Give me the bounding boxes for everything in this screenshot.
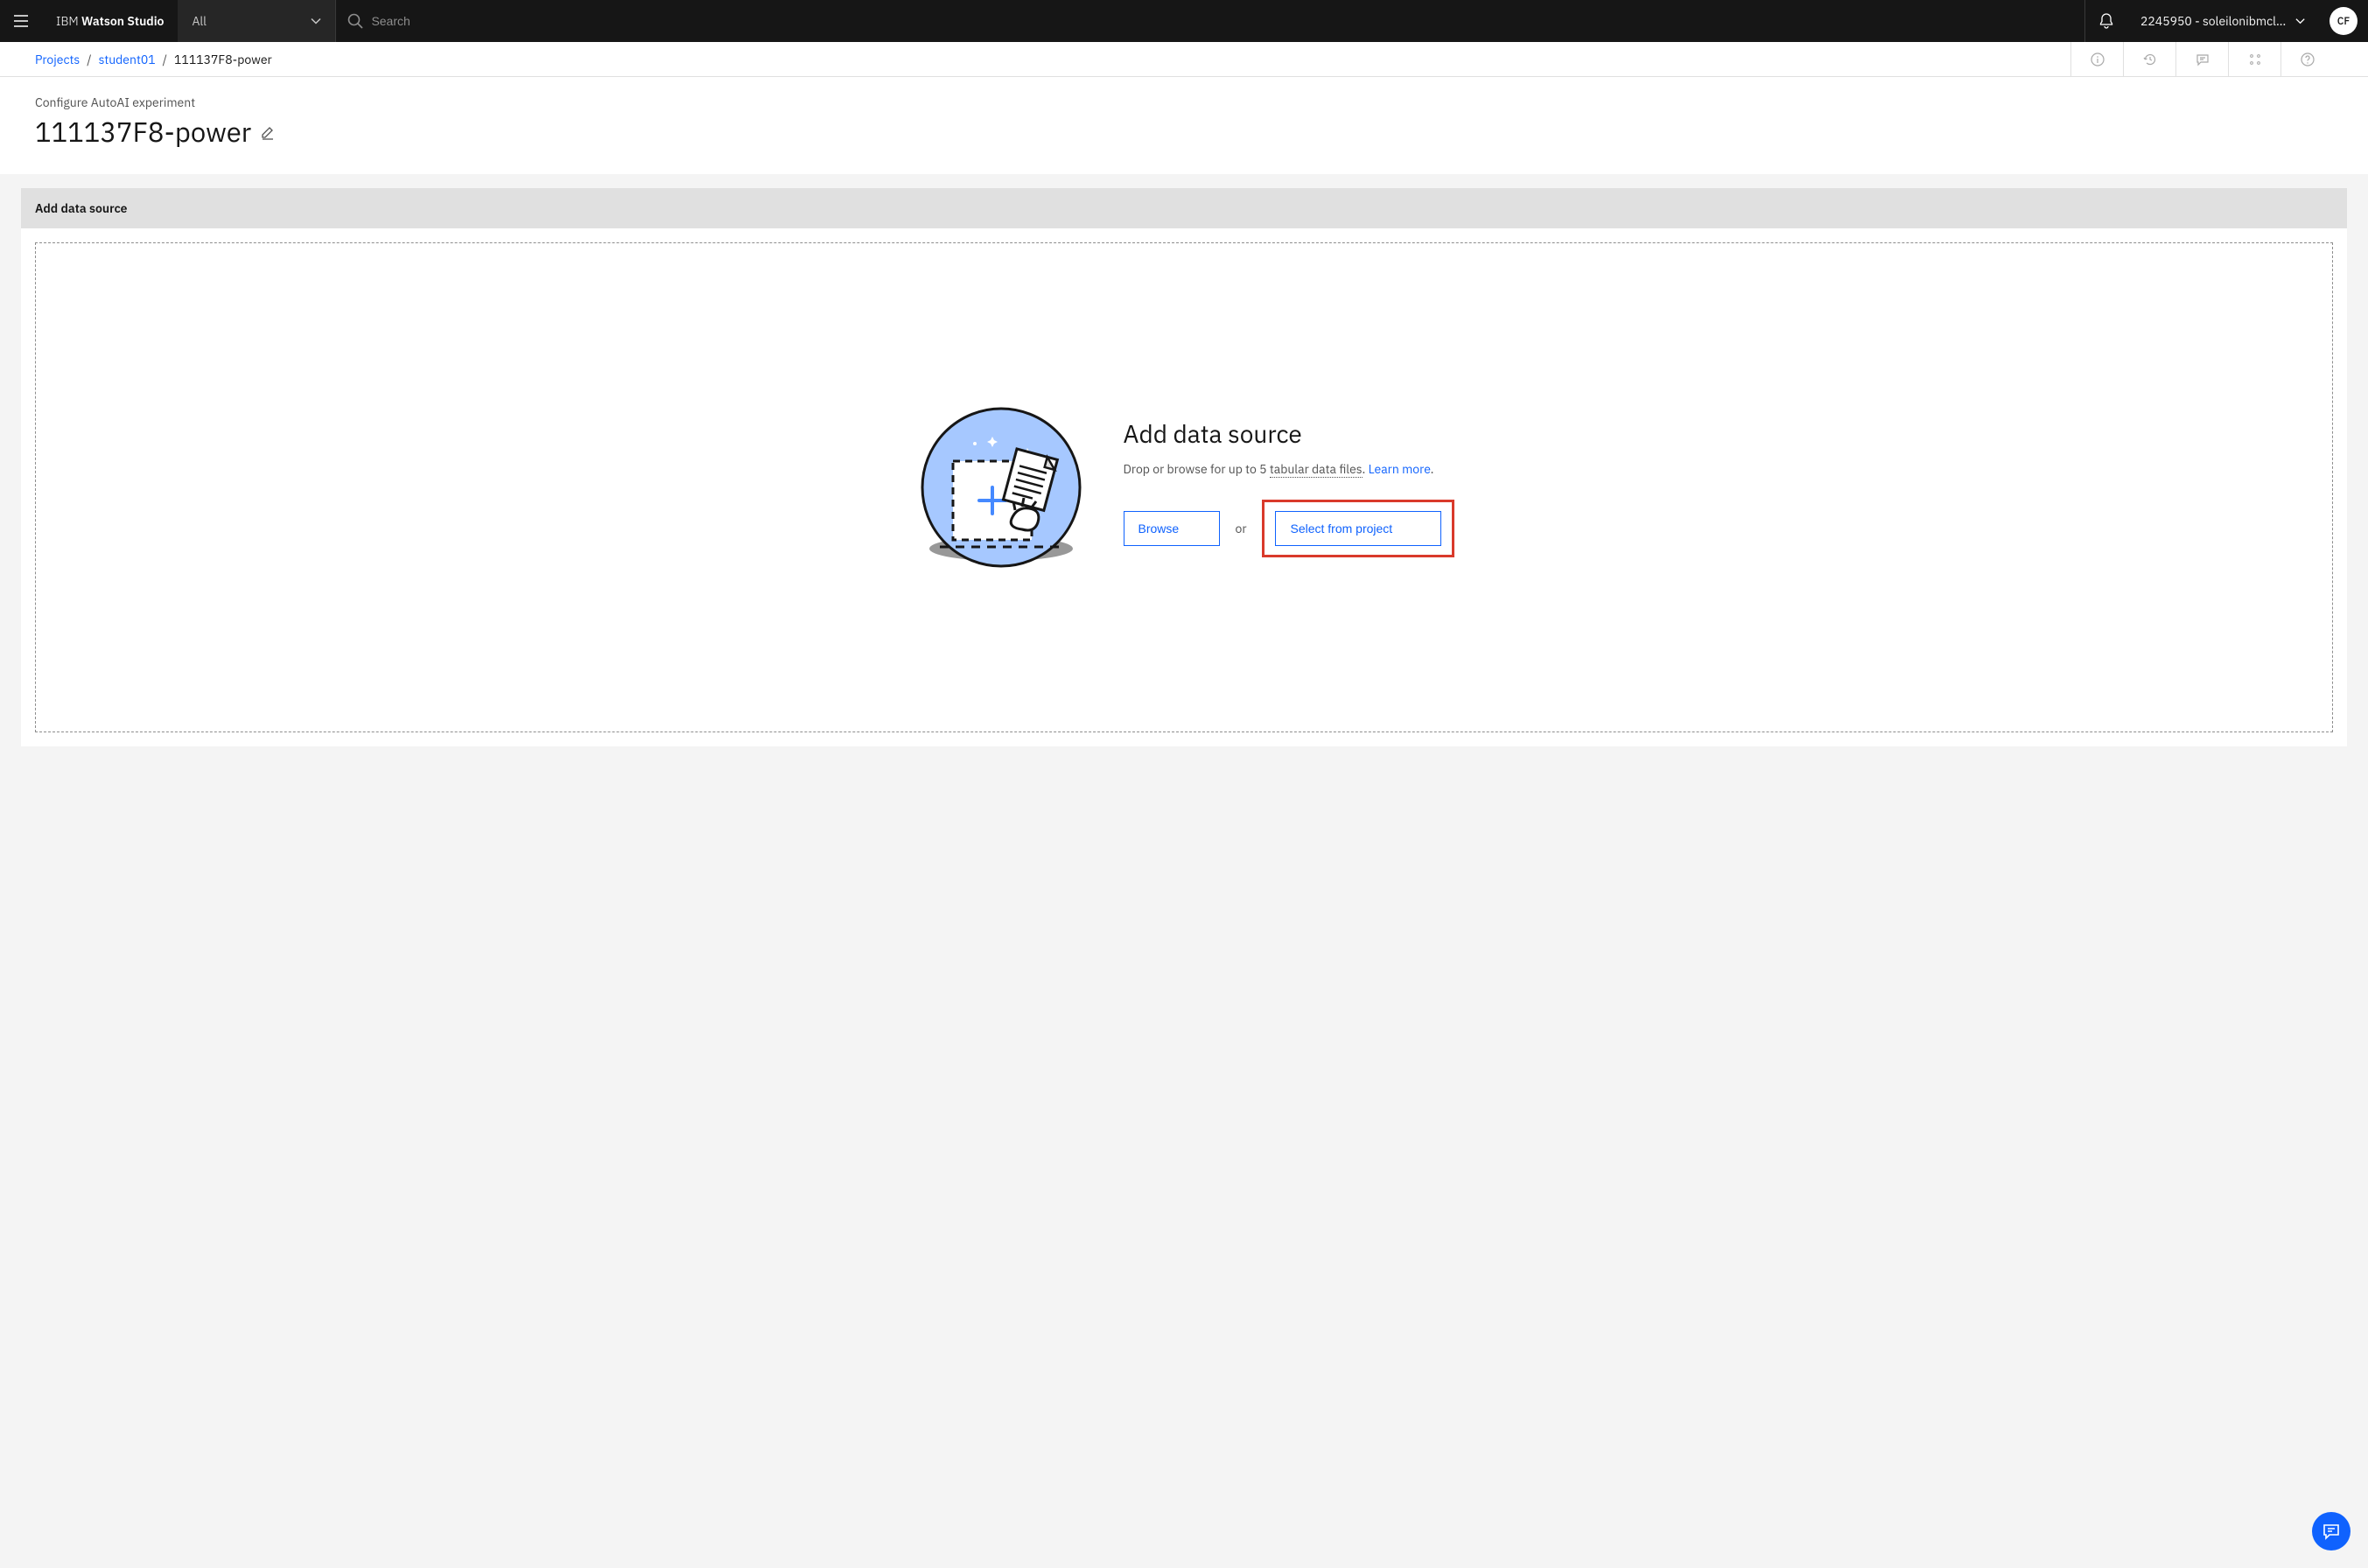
page-header: Configure AutoAI experiment 111137F8-pow… [0,77,2368,174]
scope-dropdown-label: All [192,13,207,29]
edit-title-button[interactable] [260,124,276,140]
account-switcher[interactable]: 2245950 - soleilonibmclou... [2126,0,2319,42]
page-subtitle: Configure AutoAI experiment [35,94,2333,110]
select-from-project-button[interactable]: Select from project [1275,511,1441,546]
settings-button[interactable] [2228,42,2280,77]
dropzone-illustration [914,400,1089,575]
breadcrumb-separator: / [87,52,91,67]
dropzone[interactable]: Add data source Drop or browse for up to… [35,242,2333,732]
breadcrumb-bar: Projects / student01 / 111137F8-power [0,42,2368,77]
brand-product: Watson Studio [81,13,164,29]
account-label: 2245950 - soleilonibmclou... [2140,13,2288,29]
page-title-row: 111137F8-power [35,114,2333,150]
highlight-annotation: Select from project [1262,500,1454,557]
info-button[interactable] [2070,42,2123,77]
notifications-button[interactable] [2084,0,2126,42]
brand-prefix: IBM [56,13,81,29]
browse-button[interactable]: Browse [1124,511,1220,546]
learn-more-link[interactable]: Learn more [1369,461,1431,477]
breadcrumb-actions [2070,42,2333,77]
or-separator: or [1236,521,1247,536]
add-file-illustration-icon [914,400,1089,575]
chat-icon [2196,52,2210,66]
main-content: Add data source [0,174,2368,767]
dz-desc-prefix: Drop or browse for up to 5 [1124,461,1270,477]
help-icon [2301,52,2315,66]
dropzone-description: Drop or browse for up to 5 tabular data … [1124,460,1455,479]
breadcrumb-projects-link[interactable]: Projects [35,52,80,67]
comments-button[interactable] [2175,42,2228,77]
bell-icon [2098,12,2115,30]
hamburger-icon [12,12,30,30]
hamburger-menu-button[interactable] [0,0,42,42]
dropzone-text: Add data source Drop or browse for up to… [1124,417,1455,557]
scope-dropdown[interactable]: All [178,0,335,42]
sliders-icon [2248,52,2262,66]
info-icon [2091,52,2105,66]
page-title: 111137F8-power [35,114,251,150]
top-header: IBM Watson Studio All 2245950 - soleilon… [0,0,2368,42]
dz-desc-end: . [1431,461,1434,477]
history-icon [2143,52,2157,66]
chevron-down-icon [2295,18,2305,24]
chat-icon [2322,1522,2341,1541]
avatar[interactable]: CF [2329,7,2357,35]
breadcrumb-separator: / [163,52,167,67]
dz-desc-suffix: . [1363,461,1369,477]
breadcrumb-current: 111137F8-power [174,52,272,67]
search-bar [335,0,2084,42]
chat-fab-button[interactable] [2312,1512,2350,1550]
history-button[interactable] [2123,42,2175,77]
brand-label: IBM Watson Studio [42,13,178,29]
breadcrumb-student-link[interactable]: student01 [99,52,156,67]
dropzone-wrap: Add data source Drop or browse for up to… [21,228,2347,746]
panel-header: Add data source [21,188,2347,228]
dropzone-title: Add data source [1124,417,1455,450]
breadcrumb: Projects / student01 / 111137F8-power [35,52,272,67]
chevron-down-icon [311,18,321,24]
pencil-icon [260,124,276,140]
search-input[interactable] [364,14,2074,28]
data-source-panel: Add data source [21,188,2347,746]
search-icon [347,12,364,30]
dz-desc-tabular: tabular data files [1270,461,1363,478]
dropzone-actions: Browse or Select from project [1124,500,1455,557]
help-button[interactable] [2280,42,2333,77]
